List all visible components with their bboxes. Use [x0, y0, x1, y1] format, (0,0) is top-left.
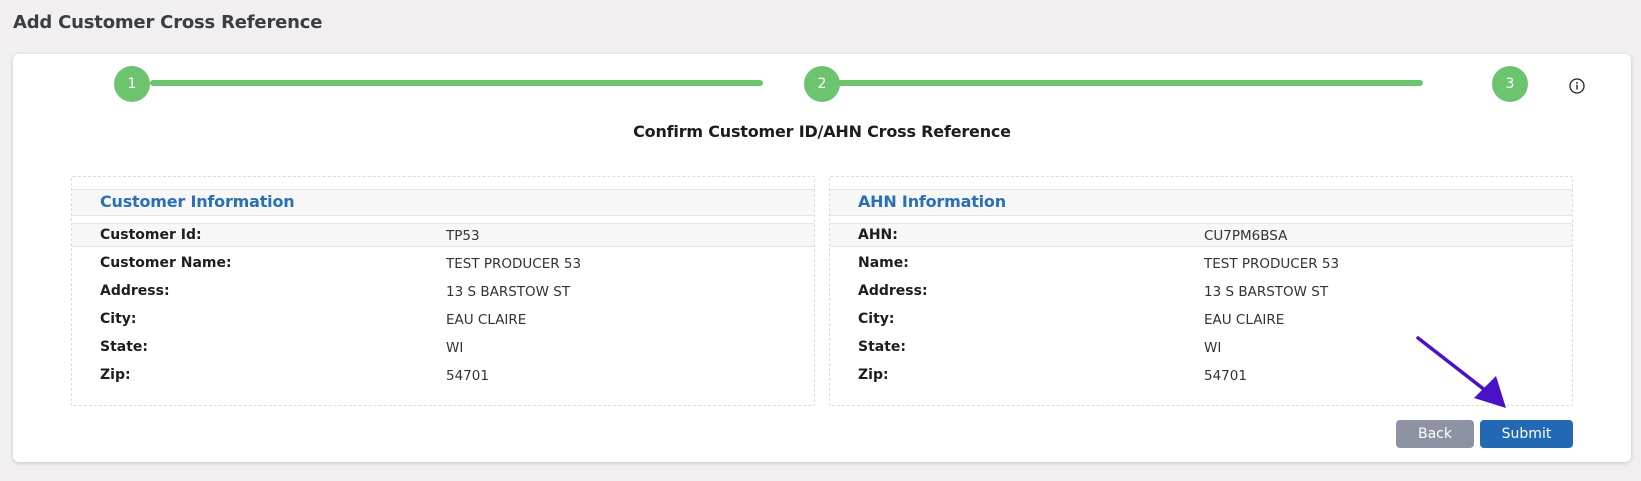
- ahn-row-address: Address: 13 S BARSTOW ST: [830, 280, 1572, 302]
- ahn-value: CU7PM6BSA: [1204, 228, 1288, 244]
- back-button[interactable]: Back: [1396, 420, 1474, 448]
- customer-information-panel: Customer Information Customer Id: TP53 C…: [71, 176, 815, 406]
- ahn-city-label: City:: [858, 311, 895, 327]
- ahn-address-label: Address:: [858, 283, 928, 299]
- customer-information-title: Customer Information: [100, 192, 295, 211]
- stepper-line-1-2: [150, 80, 763, 86]
- customer-address-label: Address:: [100, 283, 170, 299]
- ahn-row-ahn: AHN: CU7PM6BSA: [830, 223, 1572, 247]
- ahn-city-value: EAU CLAIRE: [1204, 312, 1285, 328]
- customer-name-label: Customer Name:: [100, 255, 232, 271]
- step-2-label: 2: [817, 76, 827, 92]
- customer-row-state: State: WI: [72, 336, 814, 358]
- customer-city-label: City:: [100, 311, 137, 327]
- customer-zip-label: Zip:: [100, 367, 131, 383]
- ahn-label: AHN:: [858, 227, 898, 243]
- customer-zip-value: 54701: [446, 368, 489, 384]
- ahn-row-city: City: EAU CLAIRE: [830, 308, 1572, 330]
- ahn-zip-value: 54701: [1204, 368, 1247, 384]
- customer-state-label: State:: [100, 339, 149, 355]
- customer-city-value: EAU CLAIRE: [446, 312, 527, 328]
- confirm-subtitle: Confirm Customer ID/AHN Cross Reference: [633, 122, 1011, 141]
- customer-id-label: Customer Id:: [100, 227, 202, 243]
- stepper-line-2-3: [810, 80, 1423, 86]
- step-1-label: 1: [127, 76, 137, 92]
- customer-row-id: Customer Id: TP53: [72, 223, 814, 247]
- step-2[interactable]: 2: [804, 66, 840, 102]
- info-icon[interactable]: [1569, 78, 1585, 94]
- ahn-row-state: State: WI: [830, 336, 1572, 358]
- wizard-card: 1 2 3 Confirm Customer ID/AHN Cross Refe…: [13, 54, 1631, 462]
- ahn-address-value: 13 S BARSTOW ST: [1204, 284, 1329, 300]
- step-3[interactable]: 3: [1492, 66, 1528, 102]
- customer-row-city: City: EAU CLAIRE: [72, 308, 814, 330]
- ahn-information-panel: AHN Information AHN: CU7PM6BSA Name: TES…: [829, 176, 1573, 406]
- step-3-label: 3: [1505, 76, 1515, 92]
- submit-button[interactable]: Submit: [1480, 420, 1573, 448]
- customer-information-header: Customer Information: [72, 189, 814, 216]
- customer-row-zip: Zip: 54701: [72, 364, 814, 386]
- ahn-row-name: Name: TEST PRODUCER 53: [830, 252, 1572, 274]
- ahn-state-value: WI: [1204, 340, 1222, 356]
- ahn-row-zip: Zip: 54701: [830, 364, 1572, 386]
- customer-state-value: WI: [446, 340, 464, 356]
- customer-row-address: Address: 13 S BARSTOW ST: [72, 280, 814, 302]
- ahn-state-label: State:: [858, 339, 907, 355]
- customer-address-value: 13 S BARSTOW ST: [446, 284, 571, 300]
- ahn-name-value: TEST PRODUCER 53: [1204, 256, 1340, 272]
- ahn-information-title: AHN Information: [858, 192, 1006, 211]
- page-title: Add Customer Cross Reference: [13, 12, 323, 33]
- ahn-information-header: AHN Information: [830, 189, 1572, 216]
- customer-name-value: TEST PRODUCER 53: [446, 256, 582, 272]
- step-1[interactable]: 1: [114, 66, 150, 102]
- customer-row-name: Customer Name: TEST PRODUCER 53: [72, 252, 814, 274]
- ahn-name-label: Name:: [858, 255, 909, 271]
- customer-id-value: TP53: [446, 228, 480, 244]
- ahn-zip-label: Zip:: [858, 367, 889, 383]
